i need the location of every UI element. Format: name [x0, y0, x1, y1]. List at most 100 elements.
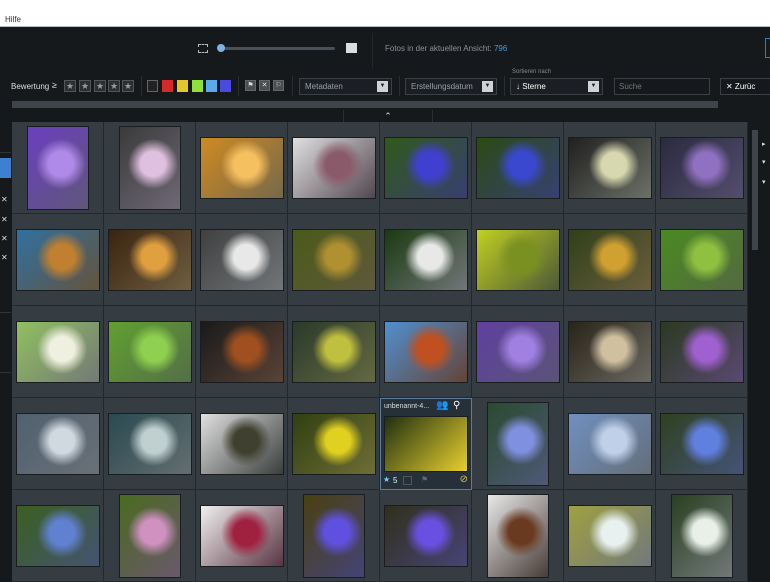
- photo-cell[interactable]: [12, 306, 104, 398]
- photo-thumbnail[interactable]: [383, 136, 468, 199]
- photo-thumbnail[interactable]: [475, 320, 560, 383]
- reject-icon[interactable]: ⊘: [460, 474, 468, 485]
- photo-cell[interactable]: [288, 214, 380, 306]
- photo-thumbnail[interactable]: [15, 228, 100, 291]
- zoom-icon[interactable]: ⚲: [453, 400, 460, 411]
- photo-cell[interactable]: [656, 490, 748, 582]
- photo-thumbnail[interactable]: [199, 504, 284, 567]
- flagged-filter-icon[interactable]: ⚑: [245, 80, 256, 91]
- date-dropdown[interactable]: Erstellungsdatum ▼: [405, 78, 497, 95]
- photo-thumbnail[interactable]: [291, 136, 376, 199]
- photo-thumbnail[interactable]: [670, 493, 733, 578]
- photo-thumbnail[interactable]: [383, 228, 468, 291]
- close-icon[interactable]: ✕: [1, 215, 8, 224]
- photo-thumbnail[interactable]: [383, 320, 468, 383]
- thumbnail-size-slider[interactable]: [220, 47, 335, 50]
- photo-cell[interactable]: [380, 122, 472, 214]
- star-filter-4[interactable]: ★: [108, 80, 120, 92]
- color-red-filter[interactable]: [162, 80, 173, 92]
- photo-thumbnail[interactable]: [199, 412, 284, 475]
- photo-cell[interactable]: [472, 214, 564, 306]
- photo-cell[interactable]: [564, 490, 656, 582]
- photo-thumbnail[interactable]: [567, 320, 652, 383]
- star-filter-3[interactable]: ★: [94, 80, 106, 92]
- photo-thumbnail[interactable]: [199, 228, 284, 291]
- menu-help[interactable]: Hilfe: [5, 15, 21, 24]
- photo-cell[interactable]: [564, 214, 656, 306]
- color-purple-filter[interactable]: [220, 80, 231, 92]
- flag-icon[interactable]: ⚑: [421, 475, 428, 484]
- photo-cell[interactable]: [104, 122, 196, 214]
- horizontal-scrollbar[interactable]: [12, 101, 718, 108]
- close-icon[interactable]: ✕: [1, 253, 8, 262]
- photo-thumbnail[interactable]: [15, 504, 100, 567]
- star-filter-5[interactable]: ★: [122, 80, 134, 92]
- photo-cell[interactable]: [380, 490, 472, 582]
- photo-thumbnail[interactable]: [486, 401, 549, 486]
- photo-thumbnail[interactable]: [199, 136, 284, 199]
- unflagged-filter-icon[interactable]: ⚐: [273, 80, 284, 91]
- photo-cell[interactable]: [288, 122, 380, 214]
- photo-cell[interactable]: [12, 214, 104, 306]
- photo-thumbnail[interactable]: [384, 416, 468, 472]
- photo-thumbnail[interactable]: [15, 412, 100, 475]
- reset-button[interactable]: ✕ Zurüc: [720, 78, 770, 95]
- photo-thumbnail[interactable]: [107, 228, 192, 291]
- large-thumbnail-icon[interactable]: [346, 43, 357, 53]
- photo-cell[interactable]: [288, 306, 380, 398]
- photo-thumbnail[interactable]: [15, 320, 100, 383]
- photo-thumbnail[interactable]: [486, 493, 549, 578]
- collapse-toolbar-button[interactable]: ⌃: [343, 110, 433, 122]
- panel-button[interactable]: [765, 38, 770, 58]
- photo-cell[interactable]: [656, 214, 748, 306]
- color-none-filter[interactable]: [147, 80, 158, 92]
- photo-cell[interactable]: [12, 122, 104, 214]
- photo-cell[interactable]: [12, 398, 104, 490]
- photo-cell[interactable]: [472, 398, 564, 490]
- photo-cell[interactable]: [656, 306, 748, 398]
- photo-cell[interactable]: [196, 306, 288, 398]
- photo-cell[interactable]: [564, 398, 656, 490]
- star-filter-2[interactable]: ★: [79, 80, 91, 92]
- photo-cell[interactable]: [288, 398, 380, 490]
- photo-cell[interactable]: [196, 122, 288, 214]
- photo-thumbnail[interactable]: [659, 136, 744, 199]
- photo-thumbnail[interactable]: [567, 412, 652, 475]
- sort-dropdown[interactable]: ↓ Sterne ▼: [510, 78, 603, 95]
- chevron-down-icon[interactable]: ▾: [762, 178, 766, 186]
- photo-thumbnail[interactable]: [659, 412, 744, 475]
- expand-icon[interactable]: ▸: [762, 140, 766, 148]
- color-blue-filter[interactable]: [206, 80, 217, 92]
- photo-cell[interactable]: [564, 122, 656, 214]
- photo-cell[interactable]: [196, 398, 288, 490]
- photo-thumbnail[interactable]: [567, 228, 652, 291]
- photo-cell[interactable]: [104, 398, 196, 490]
- photo-cell[interactable]: [104, 306, 196, 398]
- color-yellow-filter[interactable]: [177, 80, 188, 92]
- photo-cell[interactable]: [12, 490, 104, 582]
- rejected-filter-icon[interactable]: ✕: [259, 80, 270, 91]
- star-filter-1[interactable]: ★: [64, 80, 76, 92]
- photo-cell[interactable]: [656, 398, 748, 490]
- metadata-dropdown[interactable]: Metadaten ▼: [299, 78, 392, 95]
- photo-cell[interactable]: [380, 214, 472, 306]
- photo-thumbnail[interactable]: [567, 136, 652, 199]
- star-icon[interactable]: ★: [383, 475, 390, 484]
- photo-thumbnail[interactable]: [118, 493, 181, 578]
- photo-thumbnail[interactable]: [118, 125, 181, 210]
- color-label-icon[interactable]: [403, 476, 412, 485]
- people-icon[interactable]: 👥: [436, 400, 448, 411]
- rating-operator[interactable]: ≥: [52, 80, 57, 90]
- close-icon[interactable]: ✕: [1, 234, 8, 243]
- photo-thumbnail[interactable]: [291, 320, 376, 383]
- photo-thumbnail[interactable]: [302, 493, 365, 578]
- photo-cell[interactable]: [564, 306, 656, 398]
- photo-thumbnail[interactable]: [659, 228, 744, 291]
- photo-thumbnail[interactable]: [107, 412, 192, 475]
- photo-thumbnail[interactable]: [107, 320, 192, 383]
- photo-cell[interactable]: [472, 122, 564, 214]
- photo-thumbnail[interactable]: [475, 136, 560, 199]
- slider-handle[interactable]: [217, 44, 225, 52]
- small-thumbnail-icon[interactable]: [198, 44, 208, 53]
- photo-thumbnail[interactable]: [199, 320, 284, 383]
